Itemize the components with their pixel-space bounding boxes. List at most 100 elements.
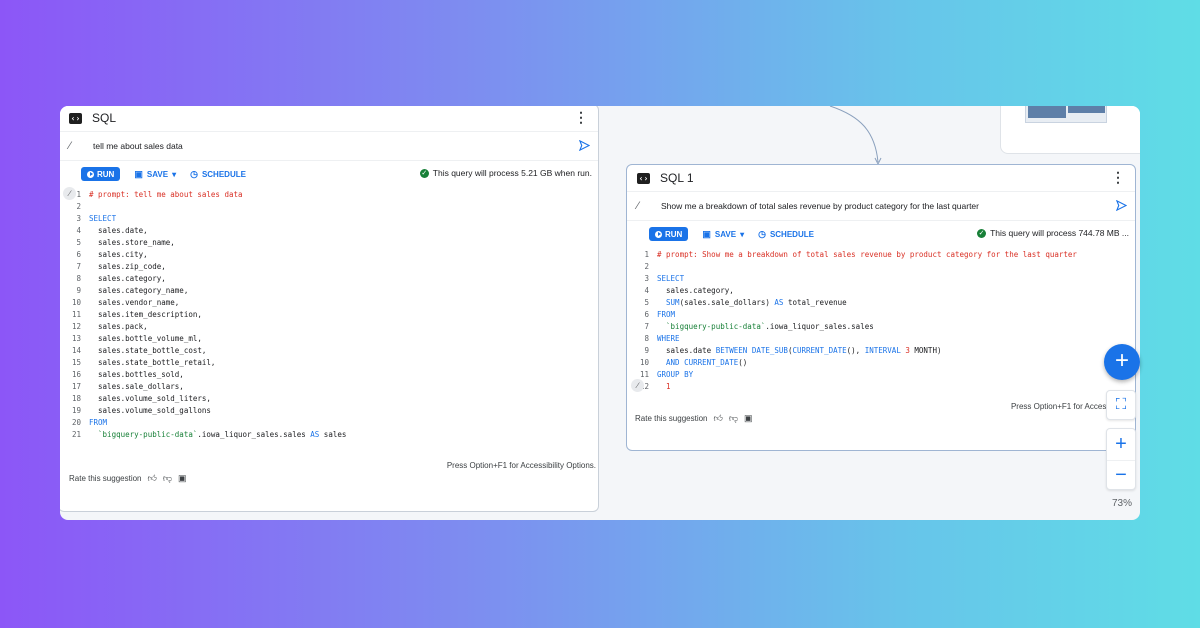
code-token: sales.category_name, <box>89 286 189 295</box>
accessibility-hint: Press Option+F1 for Accessibility Option… <box>446 461 596 470</box>
save-icon: ▣ <box>702 228 711 239</box>
code-line: 13 sales.bottle_volume_ml, <box>60 333 598 345</box>
line-number: 9 <box>76 286 81 295</box>
code-editor[interactable]: ⁄ 1 # prompt: tell me about sales data 2 3 S… <box>60 187 598 451</box>
code-token: total_revenue <box>783 298 847 307</box>
line-number: 11 <box>639 370 649 379</box>
line-number: 3 <box>76 214 81 223</box>
ai-wand-gutter-icon[interactable]: ⁄ <box>631 379 644 392</box>
code-token: WHERE <box>657 334 680 343</box>
line-number: 8 <box>644 334 649 343</box>
code-token: AND CURRENT_DATE <box>666 358 739 367</box>
line-text: AND CURRENT_DATE() <box>657 357 747 369</box>
fit-screen-icon: ⛶ <box>1115 396 1127 413</box>
save-button[interactable]: ▣ SAVE ▾ <box>702 229 744 240</box>
line-text: sales.city, <box>89 249 148 261</box>
zoom-in-button[interactable]: + <box>1107 429 1135 460</box>
schedule-label: SCHEDULE <box>201 169 246 179</box>
prompt-text[interactable]: Show me a breakdown of total sales reven… <box>661 201 979 211</box>
code-line: 20 FROM <box>60 417 598 429</box>
line-text: `bigquery-public-data`.iowa_liquor_sales… <box>89 429 346 441</box>
prompt-row[interactable]: ⁄ tell me about sales data <box>60 131 598 161</box>
code-token: sales.category, <box>657 286 734 295</box>
schedule-button[interactable]: ◷ SCHEDULE <box>758 229 814 240</box>
code-line: 7 `bigquery-public-data`.iowa_liquor_sal… <box>627 321 1135 333</box>
code-token: (), <box>846 346 865 355</box>
add-node-button[interactable]: + <box>1104 344 1140 380</box>
line-number: 15 <box>71 358 81 367</box>
save-button[interactable]: ▣ SAVE ▾ <box>134 169 176 180</box>
run-button[interactable]: RUN <box>649 227 689 241</box>
line-text: WHERE <box>657 333 680 345</box>
line-text: sales.bottles_sold, <box>89 369 184 381</box>
code-token: `bigquery-public-data` <box>657 322 766 331</box>
line-text: sales.volume_sold_liters, <box>89 393 211 405</box>
run-label: RUN <box>665 229 683 239</box>
thumb-up-icon[interactable]: 👍︎ <box>148 473 157 484</box>
prompt-text[interactable]: tell me about sales data <box>93 141 183 151</box>
code-line: 8 WHERE <box>627 333 1135 345</box>
zoom-out-button[interactable]: − <box>1107 460 1135 490</box>
code-token: FROM <box>89 418 108 427</box>
code-line: 18 sales.volume_sold_liters, <box>60 393 598 405</box>
code-line: 5 SUM(sales.sale_dollars) AS total_reven… <box>627 297 1135 309</box>
panel-title: SQL 1 <box>660 171 694 185</box>
more-vert-icon[interactable]: ⋮ <box>1111 170 1125 184</box>
code-lines: 1 # prompt: Show me a breakdown of total … <box>627 247 1135 393</box>
line-number: 5 <box>76 238 81 247</box>
line-number: 14 <box>71 346 81 355</box>
line-number: 10 <box>71 298 81 307</box>
minimap-node <box>1068 106 1105 113</box>
chevron-down-icon: ▾ <box>172 169 177 179</box>
code-token: BETWEEN DATE_SUB <box>715 346 788 355</box>
sql-panel-left[interactable]: ‹› SQL ⋮ ⁄ tell me about sales data RUN … <box>60 106 599 512</box>
line-number: 6 <box>76 250 81 259</box>
line-text: sales.date BETWEEN DATE_SUB(CURRENT_DATE… <box>657 345 941 357</box>
code-line: 11 sales.item_description, <box>60 309 598 321</box>
line-number: 3 <box>644 274 649 283</box>
code-editor[interactable]: ⁄ 1 # prompt: Show me a breakdown of tota… <box>627 247 1135 395</box>
sql-panel-right[interactable]: ‹› SQL 1 ⋮ ⁄ Show me a breakdown of tota… <box>626 164 1136 451</box>
save-icon: ▣ <box>134 168 143 179</box>
feedback-icon[interactable]: ▣ <box>178 473 187 484</box>
thumb-up-icon[interactable]: 👍︎ <box>714 413 723 424</box>
code-token: SELECT <box>657 274 685 283</box>
minimap-node <box>1028 106 1066 118</box>
fit-to-screen-button[interactable]: ⛶ <box>1106 390 1136 420</box>
line-text: FROM <box>89 417 107 429</box>
line-number: 13 <box>71 334 81 343</box>
thumb-down-icon[interactable]: 👎︎ <box>163 473 172 484</box>
line-number: 10 <box>639 358 649 367</box>
thumb-down-icon[interactable]: 👎︎ <box>729 413 738 424</box>
rate-label: Rate this suggestion <box>69 474 142 483</box>
code-token: sales.bottle_volume_ml, <box>89 334 202 343</box>
line-number: 8 <box>76 274 81 283</box>
panel-title: SQL <box>92 111 117 125</box>
panel-header: ‹› SQL ⋮ <box>60 106 598 131</box>
run-button[interactable]: RUN <box>81 167 121 181</box>
ai-wand-gutter-icon[interactable]: ⁄ <box>63 187 76 200</box>
send-icon[interactable] <box>1116 200 1127 211</box>
magic-wand-icon: ⁄ <box>69 140 71 152</box>
schedule-button[interactable]: ◷ SCHEDULE <box>190 169 246 180</box>
code-token: .iowa_liquor_sales.sales <box>197 430 311 439</box>
send-icon[interactable] <box>579 140 590 151</box>
code-token: MONTH) <box>909 346 942 355</box>
line-text: SELECT <box>89 213 116 225</box>
more-vert-icon[interactable]: ⋮ <box>574 110 588 124</box>
code-line: 10 AND CURRENT_DATE() <box>627 357 1135 369</box>
code-token: SELECT <box>89 214 117 223</box>
line-text: sales.date, <box>89 225 148 237</box>
code-token: sales.sale_dollars, <box>89 382 184 391</box>
code-token: FROM <box>657 310 676 319</box>
feedback-icon[interactable]: ▣ <box>744 413 753 424</box>
minimap-card[interactable] <box>1000 106 1140 154</box>
code-line: 9 sales.category_name, <box>60 285 598 297</box>
clock-icon: ◷ <box>190 168 198 179</box>
line-number: 7 <box>76 262 81 271</box>
prompt-row[interactable]: ⁄ Show me a breakdown of total sales rev… <box>627 191 1135 221</box>
line-number: 2 <box>76 202 81 211</box>
zoom-controls: + − <box>1106 428 1136 490</box>
